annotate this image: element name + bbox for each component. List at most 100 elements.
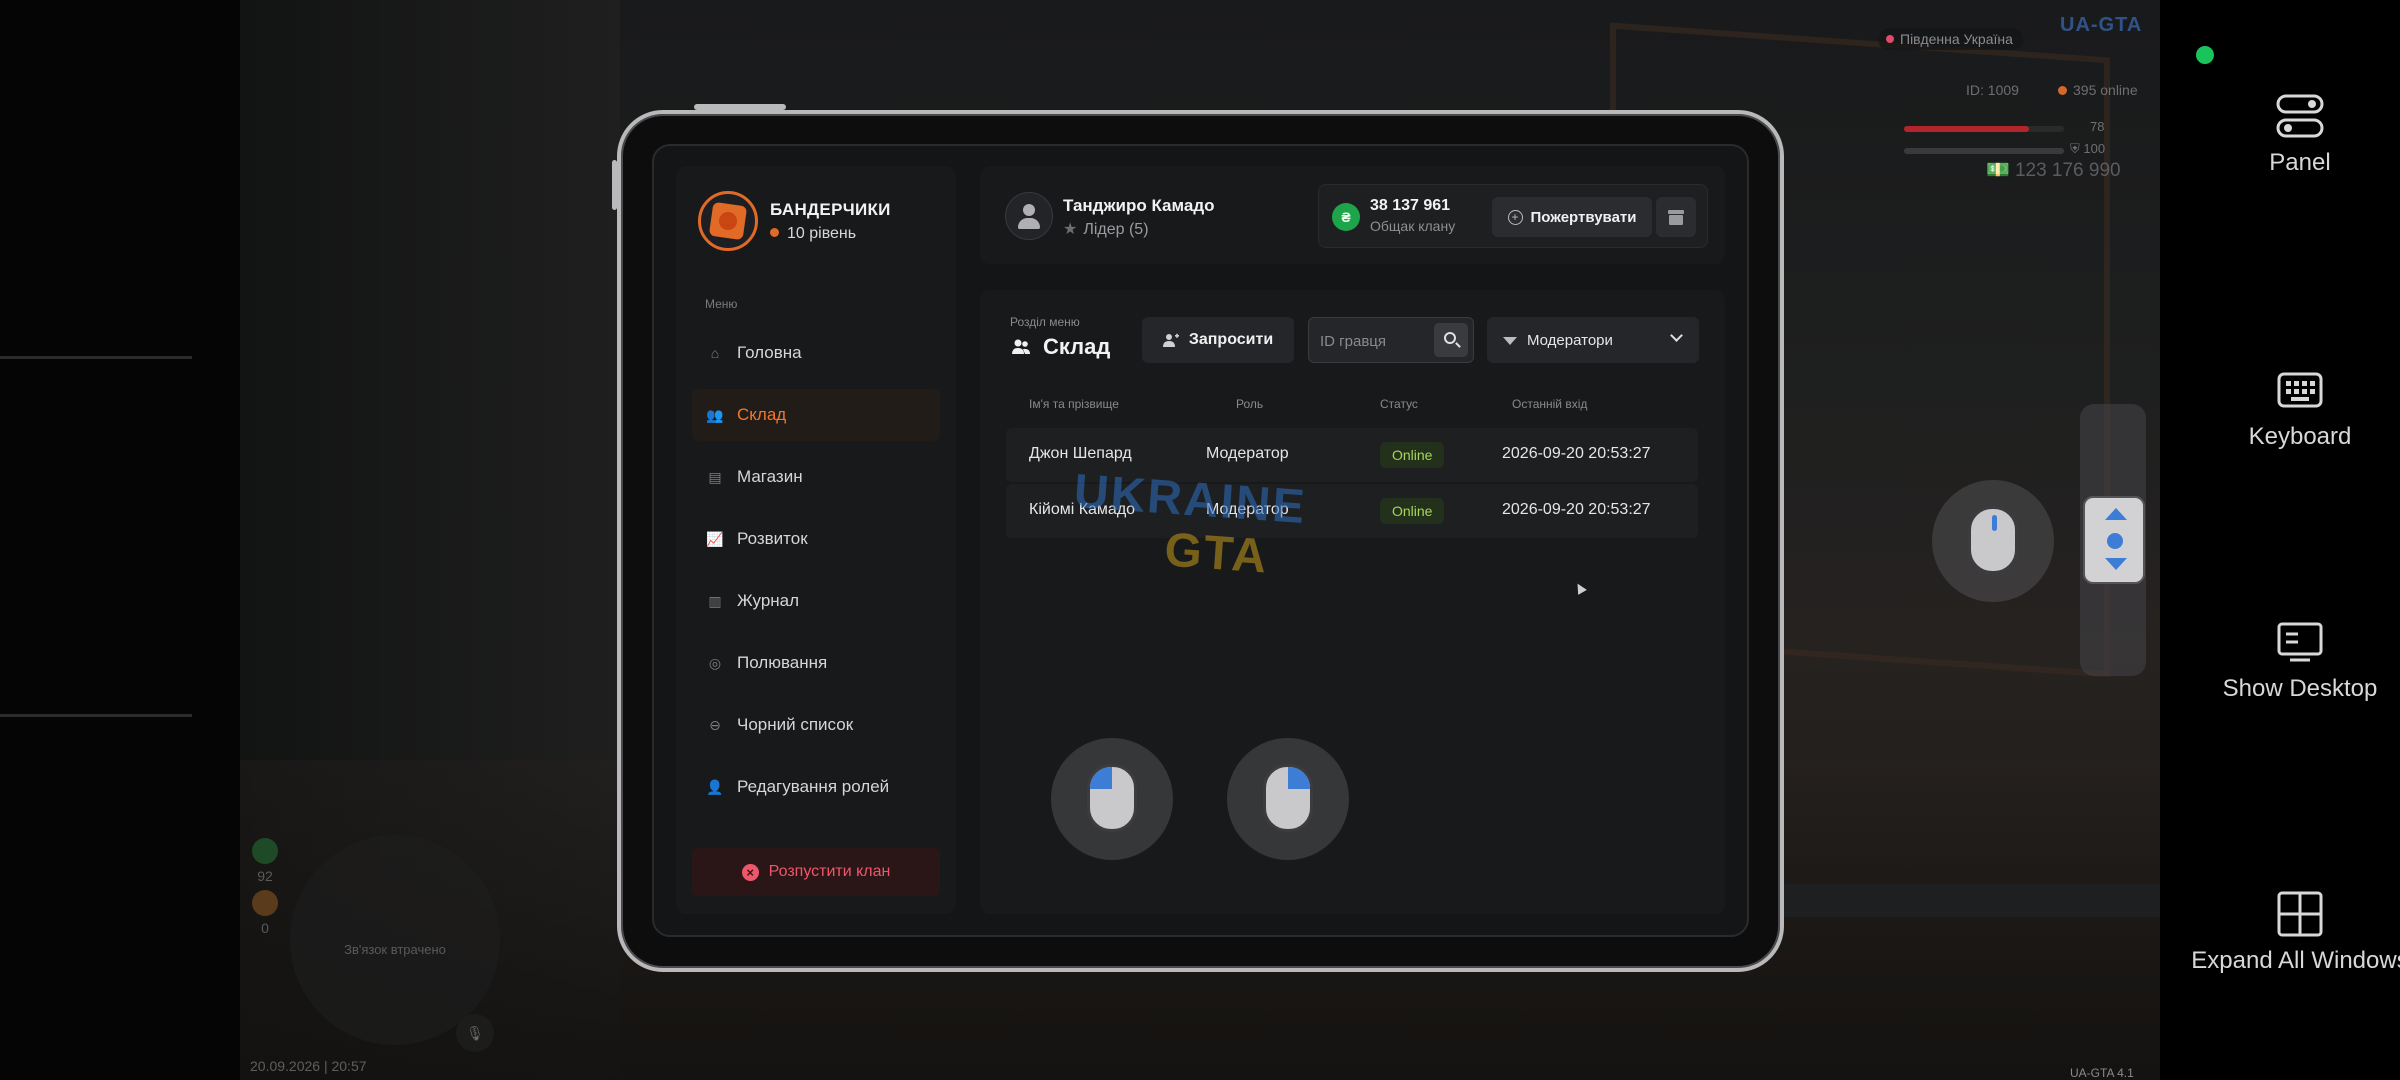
target-icon: ◎ [708,654,722,671]
status-badge: Online [1380,442,1445,468]
sidebar-item[interactable]: ▤ Магазин [692,451,940,503]
filter-icon [1503,337,1517,345]
sidebar-item-label: Магазин [737,467,803,486]
donate-button[interactable]: + Пожертвувати [1492,197,1652,237]
members-icon: 👥 [706,406,724,423]
section-title: Склад [1011,334,1110,360]
status-badge: Online [1380,498,1445,524]
game-screen: Південна Україна UA-GTA ID: 1009 395 onl… [0,0,2400,1080]
panel-button[interactable]: Panel [2160,92,2400,177]
column-header-role: Роль [1236,397,1264,411]
archive-button[interactable] [1656,197,1696,237]
divider [0,714,192,717]
status-indicator [2196,46,2214,64]
clan-logo [698,191,758,251]
user-name: Танджиро Камадо [1063,196,1215,215]
show-desktop-button[interactable]: Show Desktop [2160,618,2400,703]
game-logo: UA-GTA [2060,14,2143,36]
armor-value: ⛨ 100 [2070,141,2106,156]
scroll-control[interactable] [2083,496,2145,584]
sidebar-item-label: Редагування ролей [737,777,890,796]
server-region: Південна Україна [1900,31,2013,47]
player-id-input[interactable] [1320,330,1430,352]
mouse-wheel-button[interactable] [1932,480,2054,602]
member-name: Джон Шепард [1029,445,1132,462]
online-dot-icon [2058,86,2067,95]
food-icon [252,890,278,916]
role-edit-icon: 👤 [706,778,724,795]
plus-circle-icon: + [1507,209,1523,225]
player-id: ID: 1009 [1966,82,2019,98]
hud-stat-bottom: 0 [252,890,278,936]
hud-stat-top: 92 [252,838,278,884]
clan-level: 10 рівень [770,225,856,243]
money-display: 💵 123 176 990 [1986,160,2121,181]
server-region-badge: Південна Україна [1878,28,2023,50]
home-icon: ⌂ [710,345,720,361]
online-count: 395 online [2058,82,2138,98]
role-filter-select[interactable]: Модератори [1487,317,1699,363]
archive-icon [1668,210,1684,214]
search-icon [1444,332,1456,344]
scroll-down-icon [2105,558,2127,570]
journal-icon: ▥ [708,592,722,609]
sidebar-item[interactable]: 👥 Склад [692,389,940,441]
sidebar-item-label: Склад [737,405,787,424]
mouse-right-click-button[interactable] [1227,738,1349,860]
clan-name: БАНДЕРЧИКИ [770,200,891,219]
search-button[interactable] [1434,323,1468,357]
sidebar-item-label: Полювання [737,653,828,672]
star-icon: ★ [1063,221,1078,238]
bank-amount: 38 137 961 [1370,197,1451,214]
shop-icon: ▤ [708,468,722,485]
region-dot-icon [1886,35,1894,43]
keyboard-button[interactable]: Keyboard [2160,366,2400,451]
block-icon: ⊖ [709,716,721,733]
minimap-status: Зв'язок втрачено [344,942,446,957]
sidebar-item-label: Розвиток [737,529,808,548]
menu-caption: Меню [705,297,738,311]
mouse-wheel-icon [1968,506,2018,574]
scroll-up-icon [2105,508,2127,520]
member-last-login: 2026-09-20 20:53:27 [1502,445,1651,462]
user-role: ★ Лідер (5) [1063,221,1149,238]
sidebar-item[interactable]: ◎ Полювання [692,637,940,689]
version-label: UA-GTA 4.1 [2070,1066,2134,1080]
armor-bar [1904,148,2064,154]
add-user-icon [1162,333,1179,347]
mouse-left-icon [1087,764,1137,832]
sidebar-item-label: Головна [737,343,802,362]
divider [0,356,192,359]
sidebar-item[interactable]: ▥ Журнал [692,575,940,627]
disband-clan-button[interactable]: × Розпустити клан [692,848,940,896]
sidebar-item[interactable]: 📈 Розвиток [692,513,940,565]
close-circle-icon: × [741,863,759,881]
hryvnia-icon: ₴ [1332,203,1360,231]
members-icon [1012,339,1030,354]
mouse-left-click-button[interactable] [1051,738,1173,860]
sidebar-item-label: Чорний список [737,715,854,734]
health-value: 78 [2090,119,2105,134]
datetime: 20.09.2026 | 20:57 [250,1058,367,1074]
desktop-icon [2277,622,2323,662]
column-header-last-login: Останній вхід [1512,397,1588,411]
health-bar [1904,126,2064,132]
invite-button[interactable]: Запросити [1142,317,1294,363]
microphone-icon[interactable]: 🎙 [456,1014,494,1052]
health-icon [252,838,278,864]
member-role: Модератор [1206,445,1289,462]
chart-icon: 📈 [706,530,724,547]
member-last-login: 2026-09-20 20:53:27 [1502,501,1651,518]
chevron-down-icon [1670,329,1683,342]
section-caption: Розділ меню [1010,315,1080,329]
column-header-status: Статус [1380,397,1418,411]
sidebar-item[interactable]: 👤 Редагування ролей [692,761,940,813]
sidebar-item[interactable]: ⌂ Головна [692,327,940,379]
avatar [1005,192,1053,240]
sidebar-item[interactable]: ⊖ Чорний список [692,699,940,751]
expand-all-button[interactable]: Expand All Windows [2160,890,2400,975]
level-dot-icon [770,228,779,237]
column-header-name: Ім'я та прізвище [1029,397,1119,411]
minimap: Зв'язок втрачено [290,835,500,1045]
bank-label: Общак клану [1370,218,1456,234]
